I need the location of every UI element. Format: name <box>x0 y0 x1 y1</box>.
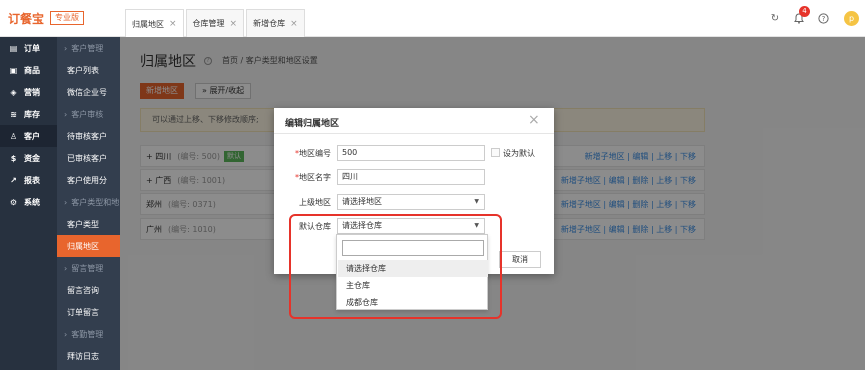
system-icon: ⚙ <box>9 197 18 207</box>
subnav-item-visit-log[interactable]: 拜访日志 <box>57 345 120 367</box>
refresh-icon[interactable]: ↻ <box>768 11 782 25</box>
top-icons: ↻ 4 ? p <box>768 6 859 26</box>
user-avatar[interactable]: p <box>844 10 859 26</box>
region-name-field[interactable]: 四川 <box>337 169 485 185</box>
sidebar-item-money[interactable]: $ 资金 <box>0 147 57 169</box>
subnav-item-reviewed[interactable]: 已审核客户 <box>57 147 120 169</box>
subnav-item-message-consult[interactable]: 留言咨询 <box>57 279 120 301</box>
money-icon: $ <box>10 153 17 163</box>
tab-close-icon[interactable]: × <box>230 19 238 29</box>
top-bar: 订餐宝 专业版 归属地区 × 仓库管理 × 新增仓库 × ↻ 4 ? p <box>0 0 865 38</box>
tab-label: 新增仓库 <box>253 19 286 28</box>
chevron-down-icon: ▼ <box>474 198 479 205</box>
subnav-group-customer-management[interactable]: 客户管理 <box>57 37 120 59</box>
sidebar-item-label: 订单 <box>24 43 40 53</box>
app-logo[interactable]: 订餐宝 <box>8 10 44 27</box>
name-label-text: 地区名字 <box>299 173 331 182</box>
code-label-text: 地区编号 <box>299 149 331 158</box>
dialog-title: 编辑归属地区 <box>285 119 340 129</box>
sidebar-item-stock[interactable]: ≋ 库存 <box>0 103 57 125</box>
svg-text:?: ? <box>821 15 825 23</box>
notification-badge: 4 <box>799 6 810 17</box>
tab-region[interactable]: 归属地区 × <box>125 9 184 38</box>
subnav-item-region[interactable]: 归属地区 <box>57 235 120 257</box>
marketing-icon: ◈ <box>10 87 17 97</box>
sidebar-item-label: 库存 <box>24 109 40 119</box>
subnav-item-usage-points[interactable]: 客户使用分 <box>57 169 120 191</box>
customer-icon: ♙ <box>9 131 18 141</box>
dialog-header: 编辑归属地区 × <box>274 108 554 134</box>
subnav-group-visits[interactable]: 客勤管理 <box>57 323 120 345</box>
goods-icon: ▣ <box>9 65 18 75</box>
tab-close-icon[interactable]: × <box>290 19 298 29</box>
tab-strip: 归属地区 × 仓库管理 × 新增仓库 × <box>125 6 307 38</box>
default-label: 设为默认 <box>503 149 535 158</box>
code-label: *地区编号 <box>285 148 331 159</box>
parent-region-select[interactable]: 请选择地区 ▼ <box>337 194 485 210</box>
tab-label: 仓库管理 <box>192 19 225 28</box>
sidebar-item-goods[interactable]: ▣ 商品 <box>0 59 57 81</box>
default-checkbox[interactable] <box>491 148 500 157</box>
annotation-highlight-box <box>289 214 502 319</box>
report-icon: ↗ <box>10 175 17 185</box>
sidebar-item-report[interactable]: ↗ 报表 <box>0 169 57 191</box>
subnav-group-customer-review[interactable]: 客户审核 <box>57 103 120 125</box>
stock-icon: ≋ <box>10 109 17 119</box>
subnav-group-messages[interactable]: 留言管理 <box>57 257 120 279</box>
edition-badge: 专业版 <box>50 11 84 25</box>
subnav-item-order-message[interactable]: 订单留言 <box>57 301 120 323</box>
sidebar-item-label: 系统 <box>24 197 40 207</box>
sidebar-item-label: 资金 <box>24 153 40 163</box>
bell-icon[interactable]: 4 <box>792 6 810 25</box>
subnav-item-pending-review[interactable]: 待审核客户 <box>57 125 120 147</box>
parent-label: 上级地区 <box>299 198 331 207</box>
sidebar-item-label: 商品 <box>24 65 40 75</box>
tab-add-warehouse[interactable]: 新增仓库 × <box>246 9 305 37</box>
main-sidebar: ▤ 订单 ▣ 商品 ◈ 营销 ≋ 库存 ♙ 客户 $ 资金 ↗ 报表 ⚙ 系统 <box>0 37 57 370</box>
cancel-button[interactable]: 取消 <box>499 251 541 268</box>
order-icon: ▤ <box>9 43 18 53</box>
sidebar-item-order[interactable]: ▤ 订单 <box>0 37 57 59</box>
tab-close-icon[interactable]: × <box>169 19 177 29</box>
tab-label: 归属地区 <box>132 19 164 29</box>
subnav-item-customer-type[interactable]: 客户类型 <box>57 213 120 235</box>
sidebar-item-label: 营销 <box>24 87 40 97</box>
region-code-field[interactable]: 500 <box>337 145 485 161</box>
sub-navigation: 客户管理 客户列表 微信企业号 客户审核 待审核客户 已审核客户 客户使用分 客… <box>57 37 120 370</box>
sidebar-item-system[interactable]: ⚙ 系统 <box>0 191 57 213</box>
sidebar-item-label: 报表 <box>24 175 40 185</box>
help-icon[interactable]: ? <box>816 11 830 25</box>
sidebar-item-label: 客户 <box>24 131 40 141</box>
sidebar-item-marketing[interactable]: ◈ 营销 <box>0 81 57 103</box>
subnav-group-type-region[interactable]: 客户类型和地区 <box>57 191 120 213</box>
subnav-item-customer-list[interactable]: 客户列表 <box>57 59 120 81</box>
sidebar-item-customer[interactable]: ♙ 客户 <box>0 125 57 147</box>
tab-warehouse-management[interactable]: 仓库管理 × <box>185 9 245 37</box>
subnav-item-wechat[interactable]: 微信企业号 <box>57 81 120 103</box>
name-label: *地区名字 <box>285 172 331 183</box>
close-icon[interactable]: × <box>528 112 540 128</box>
parent-region-value: 请选择地区 <box>342 197 382 206</box>
